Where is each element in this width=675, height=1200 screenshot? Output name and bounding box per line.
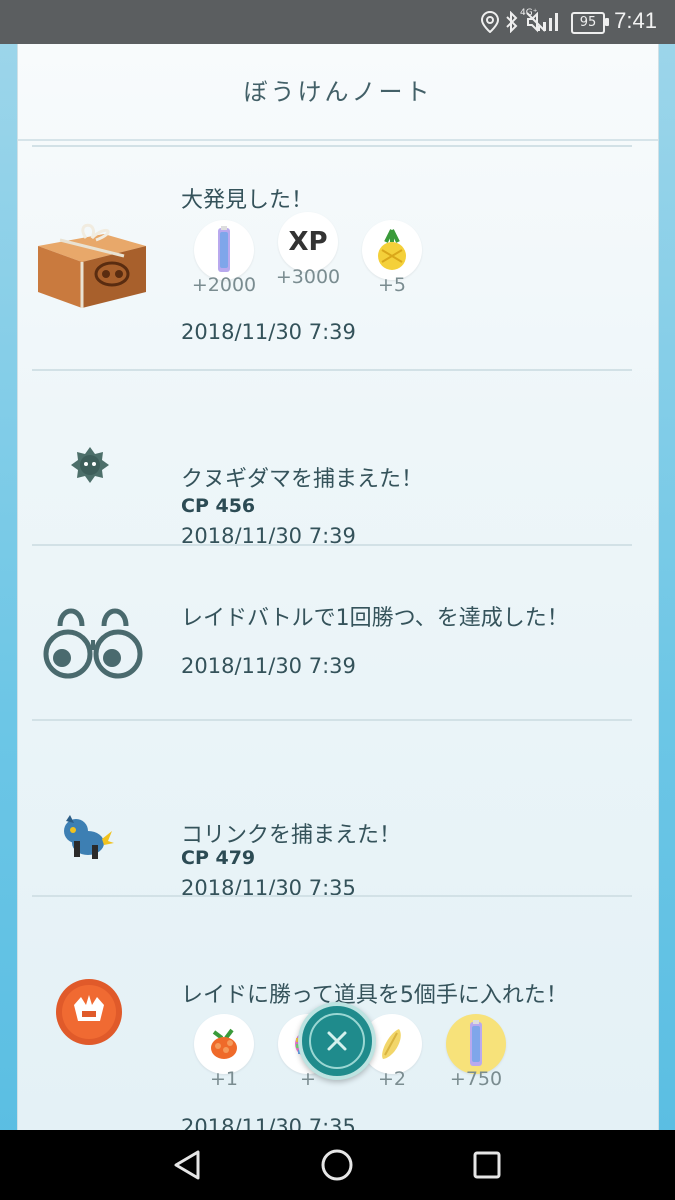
- back-icon: [174, 1150, 200, 1180]
- binoculars-icon: [42, 596, 144, 686]
- entry-cp: CP 456: [181, 495, 256, 517]
- entry-title: レイドバトルで1回勝つ、を達成した！: [181, 606, 569, 631]
- xp-label: XP: [288, 227, 328, 257]
- reward-amount: +750: [449, 1068, 503, 1090]
- battery-level: 95: [571, 12, 605, 34]
- entry-title: クヌギダマを捕まえた！: [181, 467, 424, 492]
- reward-amount: +3000: [275, 266, 341, 288]
- journal-entry-catch-shinx[interactable]: コリンクを捕まえた！ CP 479 2018/11/30 7:35: [18, 721, 658, 900]
- raid-badge-icon: [54, 977, 124, 1051]
- back-button[interactable]: [170, 1148, 204, 1182]
- close-button-ring: [309, 1013, 365, 1069]
- reward-amount: +2000: [191, 274, 257, 296]
- navigation-bar: [0, 1130, 675, 1200]
- journal-entry-catch-pineco[interactable]: クヌギダマを捕まえた！ CP 456 2018/11/30 7:39: [18, 371, 658, 548]
- location-icon: [481, 11, 499, 33]
- journal-title: ぼうけんノート: [243, 78, 433, 106]
- gift-box-icon: [34, 216, 150, 316]
- bluetooth-icon: [506, 11, 518, 33]
- entry-date: 2018/11/30 7:39: [181, 320, 356, 344]
- signal-icon: [537, 13, 558, 31]
- razz-berry-icon: [194, 1014, 254, 1074]
- reward-stardust: +750: [436, 1014, 516, 1090]
- journal-entry-discovery[interactable]: 大発見した！ +2000 XP +3000 +5 2018/11/30 7:39: [18, 148, 658, 370]
- status-bar: 4G⁺ 95 7:41: [0, 0, 675, 44]
- reward-rare-candy: +2000: [184, 220, 264, 296]
- home-icon: [321, 1149, 353, 1181]
- reward-amount: +5: [377, 274, 406, 296]
- pineco-icon: [70, 445, 110, 489]
- entry-title: 大発見した！: [181, 188, 314, 213]
- entry-title: レイドに勝って道具を5個手に入れた！: [181, 983, 568, 1008]
- journal-entry-raid-task[interactable]: レイドバトルで1回勝つ、を達成した！ 2018/11/30 7:39: [18, 546, 658, 720]
- rare-candy-icon: [194, 220, 254, 280]
- clock: 7:41: [614, 8, 657, 33]
- home-button[interactable]: [320, 1148, 354, 1182]
- journal-header: ぼうけんノート: [18, 44, 658, 141]
- close-button[interactable]: [298, 1002, 376, 1080]
- reward-pinap-berry: +5: [352, 220, 432, 296]
- divider: [32, 145, 632, 147]
- journal-panel: ぼうけんノート 大発見した！ +2000 XP +3000 +5 2018/11…: [17, 44, 659, 1130]
- recents-button[interactable]: [470, 1148, 504, 1182]
- battery-tip: [605, 18, 609, 26]
- close-icon: [327, 1031, 347, 1051]
- shinx-icon: [60, 813, 114, 865]
- reward-amount: +2: [377, 1068, 406, 1090]
- reward-xp: XP +3000: [268, 212, 348, 288]
- xp-icon: XP: [278, 212, 338, 272]
- entry-cp: CP 479: [181, 847, 256, 869]
- network-type: 4G⁺: [520, 8, 538, 18]
- entry-title: コリンクを捕まえた！: [181, 823, 402, 848]
- reward-razz-berry: +1: [184, 1014, 264, 1090]
- pinap-berry-icon: [362, 220, 422, 280]
- entry-date: 2018/11/30 7:39: [181, 654, 356, 678]
- stardust-icon: [446, 1014, 506, 1074]
- reward-amount: +1: [209, 1068, 238, 1090]
- recents-icon: [473, 1151, 501, 1179]
- battery-indicator: 95: [571, 12, 611, 34]
- entry-date: 2018/11/30 7:35: [181, 1115, 356, 1130]
